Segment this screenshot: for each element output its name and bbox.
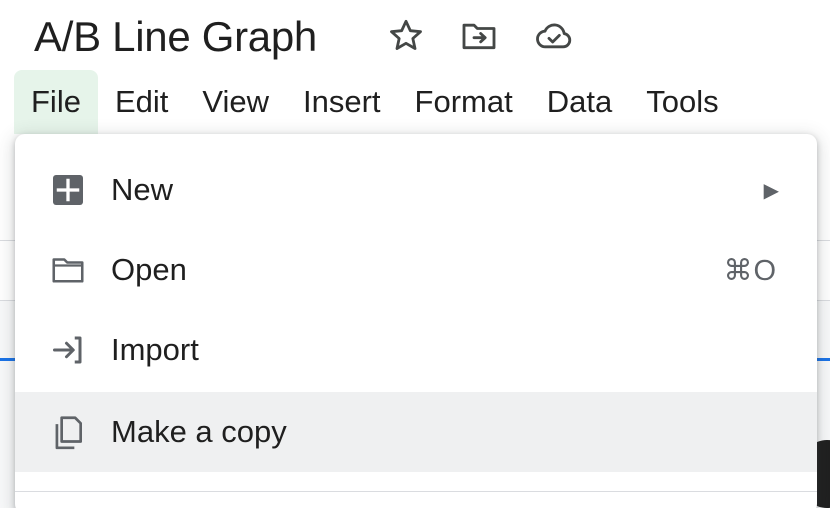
- file-menu-item-open[interactable]: Open ⌘O: [15, 230, 817, 310]
- title-row: A/B Line Graph: [34, 10, 319, 64]
- open-shortcut: ⌘O: [723, 254, 777, 287]
- menu-insert[interactable]: Insert: [286, 70, 398, 134]
- copy-icon: [45, 409, 91, 455]
- move-folder-icon[interactable]: [457, 14, 501, 58]
- menu-data[interactable]: Data: [530, 70, 629, 134]
- star-icon[interactable]: [384, 14, 428, 58]
- file-menu-item-import[interactable]: Import: [15, 310, 817, 390]
- document-title[interactable]: A/B Line Graph: [34, 10, 319, 64]
- import-label: Import: [111, 332, 199, 367]
- cloud-saved-icon[interactable]: [532, 14, 576, 58]
- submenu-arrow-icon: ▶: [763, 179, 779, 202]
- open-label: Open: [111, 252, 187, 287]
- new-sheet-icon: [45, 167, 91, 213]
- file-menu-item-new[interactable]: New ▶: [15, 150, 817, 230]
- make-a-copy-label: Make a copy: [111, 414, 287, 449]
- file-menu-item-make-a-copy[interactable]: Make a copy: [15, 392, 817, 472]
- menu-file[interactable]: File: [14, 70, 98, 134]
- sheets-window: A/B Line Graph File Edit View Insert For…: [0, 0, 830, 508]
- menu-format[interactable]: Format: [398, 70, 530, 134]
- menu-bar: File Edit View Insert Format Data Tools: [14, 70, 736, 134]
- import-icon: [45, 327, 91, 373]
- menu-divider: [15, 491, 817, 492]
- menu-tools[interactable]: Tools: [629, 70, 735, 134]
- new-label: New: [111, 172, 174, 207]
- file-menu-dropdown: New ▶ Open ⌘O Import Make a copy: [15, 134, 817, 508]
- menu-view[interactable]: View: [185, 70, 286, 134]
- menu-edit[interactable]: Edit: [98, 70, 185, 134]
- folder-icon: [45, 247, 91, 293]
